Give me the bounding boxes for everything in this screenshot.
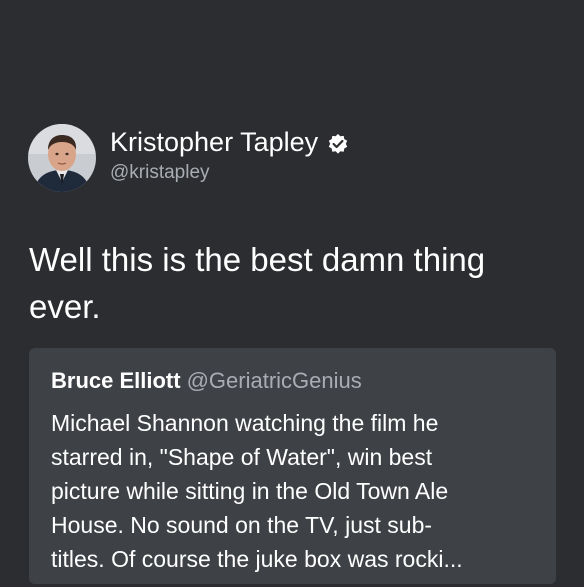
quoted-tweet-card[interactable]: Bruce Elliott @GeriatricGenius Michael Sh…	[29, 348, 556, 584]
quoted-tweet-header: Bruce Elliott @GeriatricGenius	[51, 366, 534, 396]
tweet-screen: Kristopher Tapley @kristapley Well this …	[0, 0, 584, 587]
tweet-text: Well this is the best damn thing ever.	[29, 241, 486, 325]
quoted-author-name: Bruce Elliott	[51, 368, 181, 393]
author-display-name[interactable]: Kristopher Tapley	[110, 125, 318, 159]
verified-badge-icon	[327, 133, 349, 155]
avatar-image	[28, 124, 96, 192]
author-name-row: Kristopher Tapley	[110, 125, 349, 159]
tweet-author[interactable]: Kristopher Tapley @kristapley	[28, 124, 349, 192]
author-avatar[interactable]	[28, 124, 96, 192]
author-names: Kristopher Tapley @kristapley	[110, 125, 349, 185]
author-handle[interactable]: @kristapley	[110, 161, 349, 185]
quoted-tweet-text: Michael Shannon watching the film he sta…	[51, 410, 463, 572]
quoted-author-handle: @GeriatricGenius	[186, 368, 362, 393]
